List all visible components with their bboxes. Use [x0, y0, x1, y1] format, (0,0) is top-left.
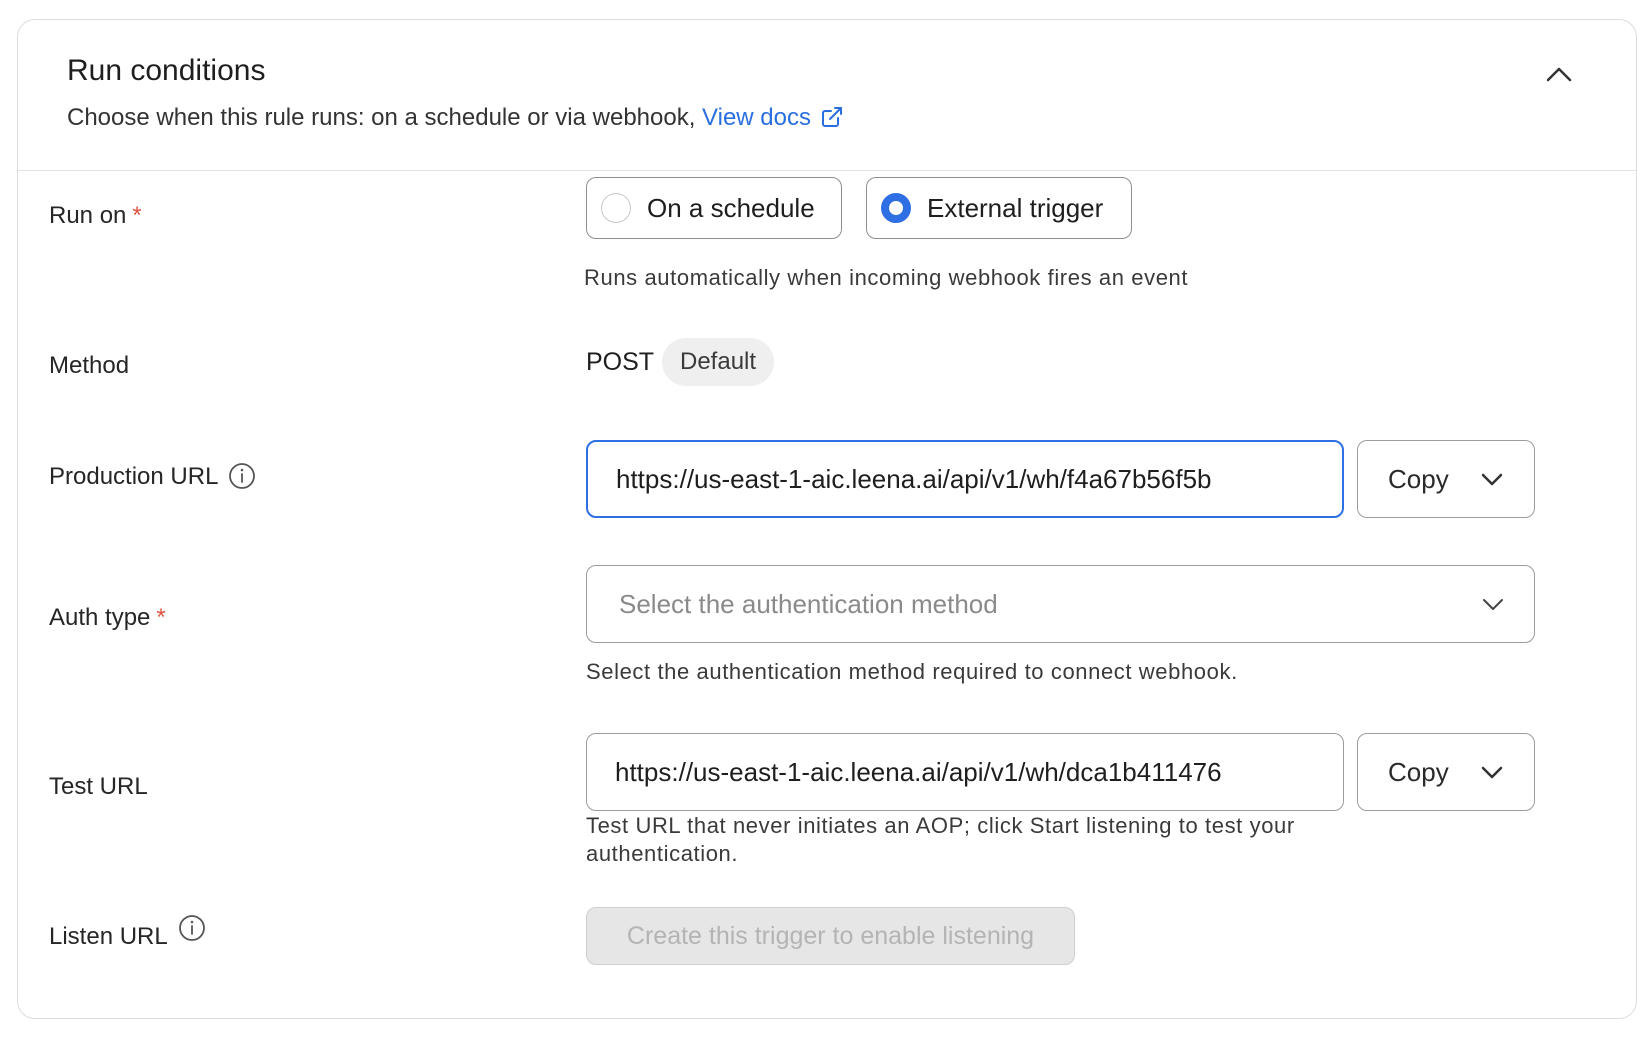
test-url-input[interactable] [586, 733, 1344, 811]
enable-listening-button: Create this trigger to enable listening [586, 907, 1075, 965]
required-marker: * [132, 202, 142, 229]
auth-type-label: Auth type * [49, 604, 166, 632]
radio-label: On a schedule [647, 192, 815, 223]
test-url-help-line-2: authentication. [586, 841, 739, 866]
test-url-label: Test URL [49, 773, 148, 800]
radio-unchecked-icon [601, 193, 631, 223]
view-docs-link[interactable]: View docs [702, 104, 843, 131]
auth-type-select[interactable]: Select the authentication method [586, 565, 1535, 643]
chevron-down-icon [1481, 473, 1503, 486]
copy-button-label: Copy [1388, 463, 1449, 494]
listen-url-label-text: Listen URL [49, 923, 168, 950]
auth-type-help-text: Select the authentication method require… [586, 659, 1238, 684]
radio-checked-icon [881, 193, 911, 223]
test-url-help-line-1: Test URL that never initiates an AOP; cl… [586, 813, 1295, 838]
production-url-label-text: Production URL [49, 463, 219, 490]
default-badge: Default [662, 338, 775, 386]
method-label: Method [49, 352, 130, 379]
test-url-copy-button[interactable]: Copy [1357, 733, 1535, 811]
production-url-input[interactable] [586, 440, 1344, 518]
auth-type-placeholder: Select the authentication method [619, 588, 998, 619]
listen-url-label: Listen URL [49, 914, 206, 951]
radio-label: External trigger [927, 192, 1104, 223]
info-icon[interactable] [228, 462, 256, 490]
production-url-label: Production URL [49, 462, 256, 491]
auth-type-label-text: Auth type [49, 604, 151, 631]
radio-external-trigger[interactable]: External trigger [866, 177, 1132, 239]
collapse-chevron-up-icon[interactable] [1544, 60, 1574, 90]
radio-on-a-schedule[interactable]: On a schedule [586, 177, 842, 239]
run-on-label: Run on * [49, 202, 142, 230]
info-icon[interactable] [178, 914, 206, 942]
section-subtitle: Choose when this rule runs: on a schedul… [67, 104, 843, 132]
card-header[interactable]: Run conditions Choose when this rule run… [18, 20, 1636, 171]
chevron-down-icon [1483, 599, 1503, 610]
external-link-icon [822, 107, 842, 127]
view-docs-label: View docs [702, 104, 811, 131]
required-marker: * [156, 604, 166, 631]
method-value: POST [586, 348, 655, 376]
subtitle-text: Choose when this rule runs: on a schedul… [67, 104, 696, 131]
copy-button-label: Copy [1388, 756, 1449, 787]
production-url-copy-button[interactable]: Copy [1357, 440, 1535, 518]
chevron-down-icon [1481, 766, 1503, 779]
run-on-help-text: Runs automatically when incoming webhook… [584, 265, 1189, 290]
run-conditions-card: Run conditions Choose when this rule run… [17, 19, 1637, 1019]
run-on-label-text: Run on [49, 202, 127, 229]
section-title: Run conditions [67, 54, 266, 87]
